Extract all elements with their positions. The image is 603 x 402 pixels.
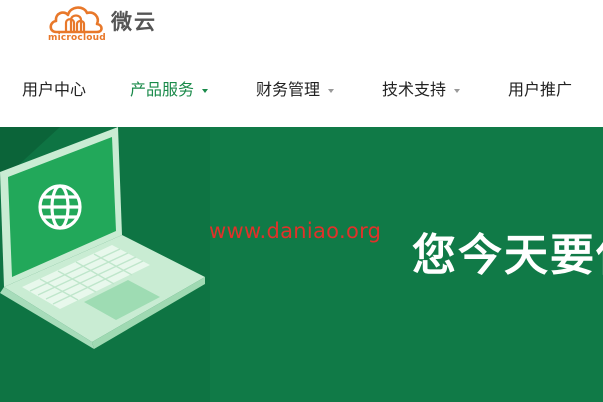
site-header: microcloud 微云 用户中心 产品服务 财务管理 技术支持 用户推广	[0, 0, 603, 127]
nav-item-user-center[interactable]: 用户中心	[22, 72, 86, 108]
nav-label: 产品服务	[130, 80, 195, 99]
nav-item-promotion[interactable]: 用户推广	[508, 72, 572, 108]
brand-logo[interactable]: microcloud 微云	[48, 3, 178, 45]
nav-label: 用户推广	[508, 80, 573, 99]
nav-item-support[interactable]: 技术支持	[382, 72, 461, 108]
cloud-logo-icon	[49, 6, 103, 34]
nav-label: 技术支持	[382, 80, 447, 99]
nav-label: 财务管理	[256, 80, 321, 99]
watermark-text: www.daniao.org	[209, 219, 382, 243]
nav-label: 用户中心	[22, 80, 87, 99]
caret-down-icon	[202, 88, 209, 93]
laptop-globe-illustration	[0, 127, 205, 349]
caret-down-icon	[454, 88, 461, 93]
nav-item-finance[interactable]: 财务管理	[256, 72, 335, 108]
hero-banner: www.daniao.org 您今天要使	[0, 127, 603, 402]
nav-item-products[interactable]: 产品服务	[130, 72, 209, 108]
brand-name: 微云	[111, 10, 157, 34]
banner-headline: 您今天要使	[412, 230, 603, 281]
caret-down-icon	[328, 88, 335, 93]
brand-subtitle: microcloud	[48, 33, 106, 43]
main-nav: 用户中心 产品服务 财务管理 技术支持 用户推广	[0, 72, 603, 108]
